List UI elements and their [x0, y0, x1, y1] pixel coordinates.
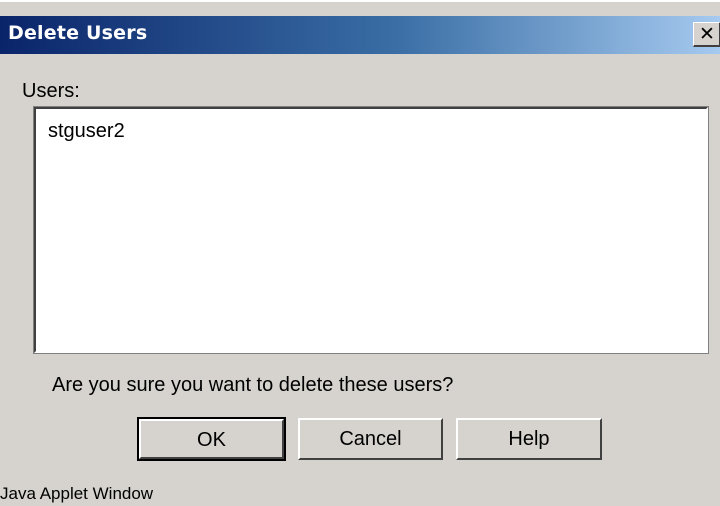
cancel-button[interactable]: Cancel — [298, 418, 443, 460]
title-bar[interactable]: Delete Users ✕ — [0, 16, 720, 54]
close-button[interactable]: ✕ — [693, 22, 720, 47]
delete-users-dialog: Delete Users ✕ Users: stguser2 Are you s… — [0, 0, 720, 506]
list-item[interactable]: stguser2 — [48, 120, 125, 143]
applet-window-label: Java Applet Window — [0, 484, 154, 503]
ok-button[interactable]: OK — [137, 417, 286, 461]
users-list[interactable]: stguser2 — [33, 106, 709, 354]
dialog-title: Delete Users — [8, 22, 148, 44]
ok-button-label: OK — [139, 419, 284, 459]
users-label: Users: — [22, 80, 80, 102]
confirm-message: Are you sure you want to delete these us… — [52, 374, 454, 396]
help-button[interactable]: Help — [456, 418, 602, 460]
close-icon: ✕ — [699, 23, 715, 45]
